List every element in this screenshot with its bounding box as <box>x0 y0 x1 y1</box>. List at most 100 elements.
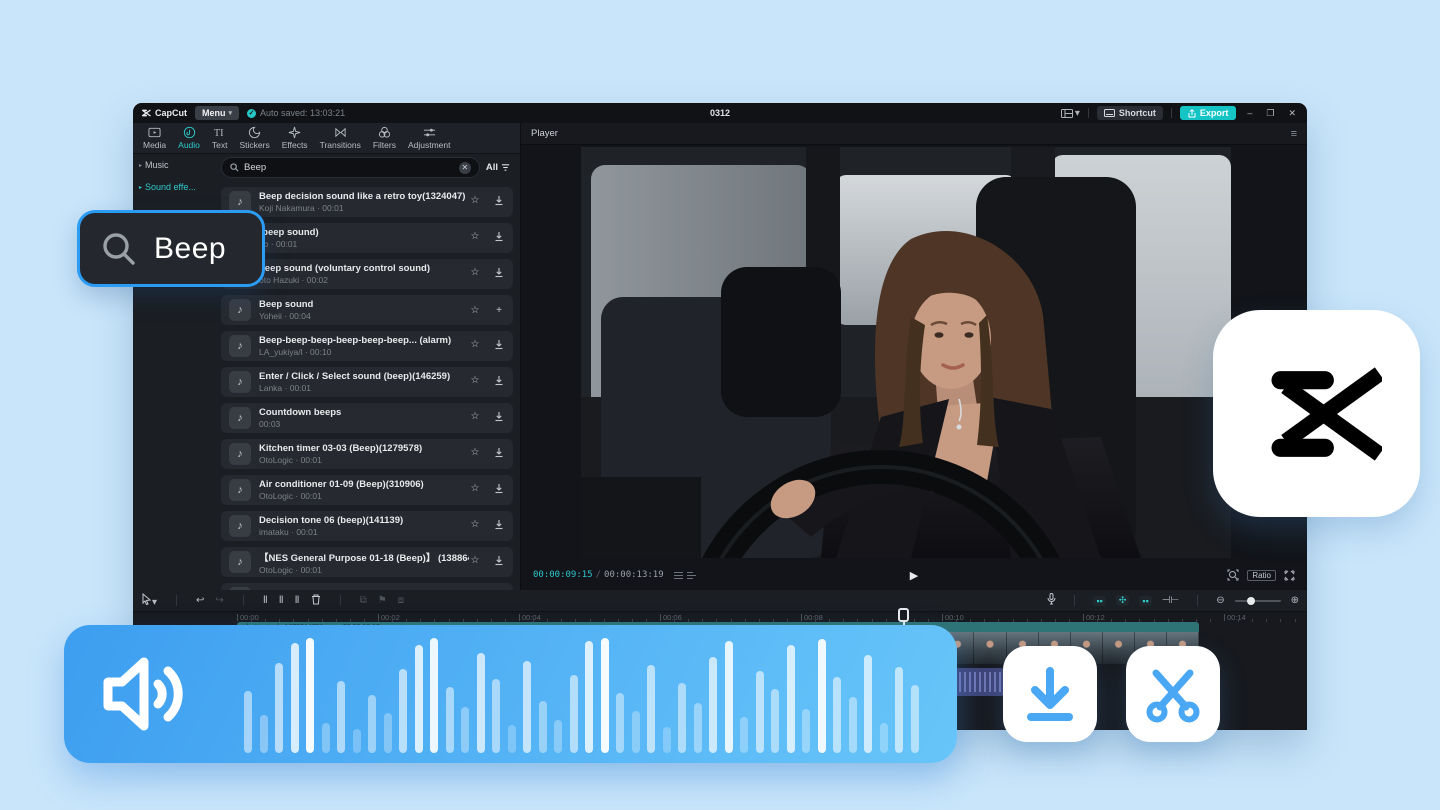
download-icon[interactable] <box>493 519 505 533</box>
audio-list-item[interactable]: ♪ Beep decision sound like a retro toy(1… <box>221 187 513 217</box>
mirror-icon[interactable]: ⧉ <box>360 595 367 606</box>
preview-axis-toggle[interactable]: ▪▪ <box>1139 595 1152 606</box>
play-button[interactable]: ▶ <box>910 569 918 582</box>
download-action-button[interactable] <box>1003 646 1097 742</box>
tab-adjustment[interactable]: Adjustment <box>408 126 451 150</box>
favorite-star-icon[interactable]: ☆ <box>469 411 481 425</box>
audio-list-item[interactable]: ♪ 【NES General Purpose 01-20 (Beep)】 (13… <box>221 583 513 590</box>
download-icon[interactable] <box>493 339 505 353</box>
record-voiceover-icon[interactable] <box>1047 593 1056 608</box>
frame-list-icon[interactable] <box>686 571 696 580</box>
crop-icon[interactable]: ⧈ <box>398 595 404 606</box>
waveform-bar <box>399 669 407 753</box>
frame-view-icon[interactable] <box>673 571 683 580</box>
maximize-button[interactable]: ❐ <box>1263 108 1277 119</box>
ratio-button[interactable]: Ratio <box>1247 569 1276 581</box>
favorite-star-icon[interactable]: ☆ <box>469 305 481 316</box>
audio-list-item[interactable]: ♪ Decision tone 06 (beep)(141139) imatak… <box>221 511 513 541</box>
ruler-tick-label: 00:02 <box>378 613 400 622</box>
redo-icon[interactable]: ↪ <box>215 595 223 606</box>
favorite-star-icon[interactable]: ☆ <box>469 447 481 461</box>
favorite-star-icon[interactable]: ☆ <box>469 375 481 389</box>
select-tool-icon[interactable]: ▾ <box>141 592 157 608</box>
cut-action-button[interactable] <box>1126 646 1220 742</box>
favorite-star-icon[interactable]: ☆ <box>469 195 481 209</box>
audio-list-item[interactable]: ♪ Countdown beeps 00:03 ☆ <box>221 403 513 433</box>
download-icon[interactable] <box>493 555 505 569</box>
add-icon[interactable]: + <box>493 305 505 316</box>
download-icon[interactable] <box>493 483 505 497</box>
split-icon[interactable]: Ⅱ <box>263 595 268 606</box>
tab-effects[interactable]: Effects <box>282 126 308 150</box>
beep-search-callout[interactable]: Beep <box>77 210 265 287</box>
delete-icon[interactable] <box>311 594 321 608</box>
audio-list-item[interactable]: ♪ Beep-beep-beep-beep-beep-beep... (alar… <box>221 331 513 361</box>
download-icon[interactable] <box>493 195 505 209</box>
download-icon[interactable] <box>493 375 505 389</box>
favorite-star-icon[interactable]: ☆ <box>469 555 481 569</box>
shortcut-button[interactable]: Shortcut <box>1096 106 1163 120</box>
audio-item-meta: oto Hazuki · 00:02 <box>259 275 328 285</box>
video-frame-car-scene <box>581 147 1231 558</box>
clear-search-icon[interactable]: ✕ <box>458 161 471 174</box>
sidebar-item-label: Sound effe... <box>145 182 196 192</box>
capcut-app-icon[interactable] <box>1213 310 1420 517</box>
close-button[interactable]: ✕ <box>1285 108 1299 119</box>
audio-clip[interactable] <box>952 668 1004 696</box>
favorite-star-icon[interactable]: ☆ <box>469 339 481 353</box>
download-icon[interactable] <box>493 231 505 245</box>
player-menu-icon[interactable]: ≡ <box>1291 128 1297 140</box>
panel-tabs: Media Audio TI Text Stickers Effects Transitio… <box>133 123 520 154</box>
fit-zoom-icon[interactable] <box>1227 569 1239 581</box>
music-note-icon: ♪ <box>229 551 251 573</box>
tab-stickers[interactable]: Stickers <box>240 126 270 150</box>
audio-list-item[interactable]: ♪ 【NES General Purpose 01-18 (Beep)】 (13… <box>221 547 513 577</box>
waveform-bar <box>538 701 547 753</box>
fullscreen-icon[interactable] <box>1284 570 1295 581</box>
waveform-bar <box>554 720 562 753</box>
trim-handle-icon[interactable]: ⊣⊢ <box>1162 595 1179 606</box>
flag-icon[interactable]: ⚑ <box>378 595 387 606</box>
split-left-icon[interactable]: Ⅱ <box>279 595 284 606</box>
tab-label: Adjustment <box>407 140 451 150</box>
waveform-bar <box>321 723 330 753</box>
export-button[interactable]: Export <box>1179 106 1237 120</box>
tab-label: Transitions <box>319 140 361 150</box>
waveform-bar <box>848 697 857 753</box>
audio-list-item[interactable]: ♪ Beep sound Yoheii · 00:04 ☆ + <box>221 295 513 325</box>
zoom-slider-knob[interactable] <box>1246 596 1255 605</box>
tab-text[interactable]: TI Text <box>212 126 228 150</box>
minimize-button[interactable]: – <box>1244 108 1255 118</box>
audio-list-item[interactable]: ♪ Enter / Click / Select sound (beep)(14… <box>221 367 513 397</box>
audio-list-item[interactable]: ♪ Air conditioner 01-09 (Beep)(310906) O… <box>221 475 513 505</box>
tab-media[interactable]: Media <box>143 126 166 150</box>
sidebar-item-music[interactable]: ▸ Music <box>133 154 213 176</box>
video-preview[interactable] <box>581 147 1231 558</box>
split-right-icon[interactable]: Ⅱ <box>295 595 300 606</box>
zoom-out-icon[interactable]: ⊖ <box>1216 595 1224 606</box>
menu-button[interactable]: Menu ▾ <box>195 106 240 120</box>
music-note-icon: ♪ <box>229 515 251 537</box>
favorite-star-icon[interactable]: ☆ <box>469 519 481 533</box>
zoom-in-icon[interactable]: ⊕ <box>1291 595 1299 606</box>
playhead-handle[interactable] <box>898 608 909 622</box>
sidebar-item-sound-effe-[interactable]: ▸ Sound effe... <box>133 176 213 198</box>
favorite-star-icon[interactable]: ☆ <box>469 231 481 245</box>
layout-icon[interactable]: ▾ <box>1060 108 1080 119</box>
favorite-star-icon[interactable]: ☆ <box>469 267 481 281</box>
timeline-zoom-slider[interactable] <box>1234 596 1281 605</box>
tab-filters[interactable]: Filters <box>373 126 396 150</box>
linkage-toggle[interactable]: ✣ <box>1115 595 1130 606</box>
waveform-bar <box>430 638 438 753</box>
magnetic-snap-toggle[interactable]: ▪▪ <box>1093 595 1106 606</box>
filter-button[interactable]: All <box>486 162 514 173</box>
undo-icon[interactable]: ↩ <box>196 595 204 606</box>
tab-audio[interactable]: Audio <box>178 126 200 150</box>
search-input[interactable]: Beep ✕ <box>221 157 480 178</box>
favorite-star-icon[interactable]: ☆ <box>469 483 481 497</box>
download-icon[interactable] <box>493 411 505 425</box>
download-icon[interactable] <box>493 267 505 281</box>
audio-list-item[interactable]: ♪ Kitchen timer 03-03 (Beep)(1279578) Ot… <box>221 439 513 469</box>
tab-transitions[interactable]: Transitions <box>320 126 361 150</box>
download-icon[interactable] <box>493 447 505 461</box>
